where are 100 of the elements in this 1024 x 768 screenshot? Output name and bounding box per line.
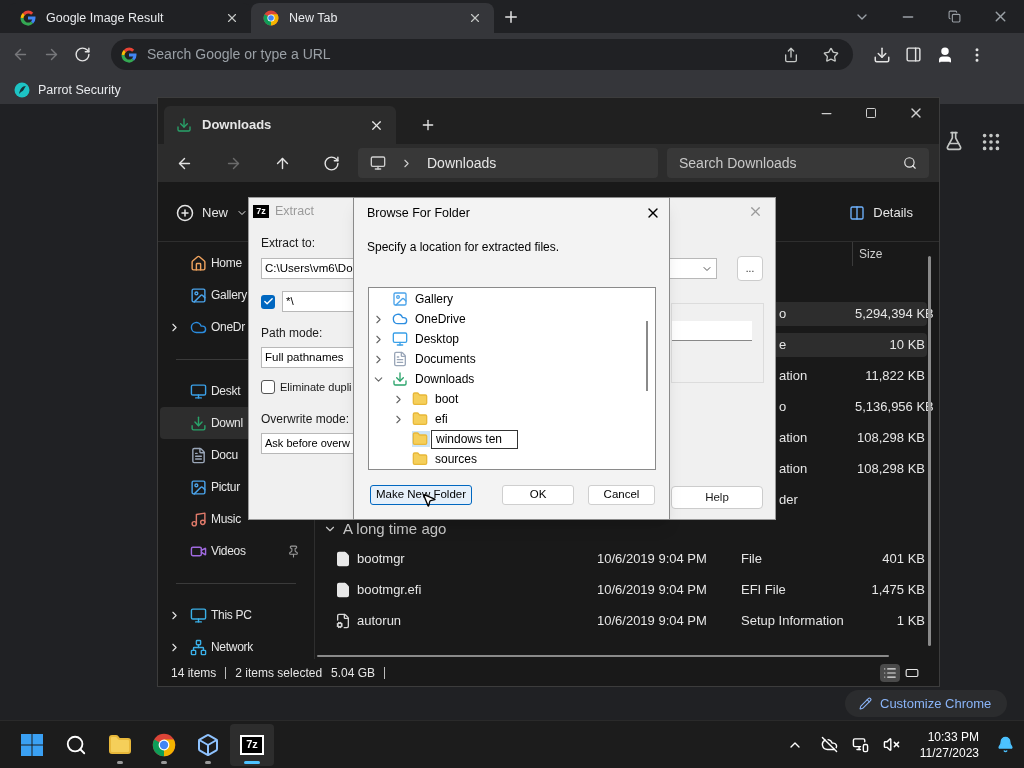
- download-icon: [176, 117, 192, 133]
- group-header[interactable]: A long time ago: [315, 515, 939, 543]
- field-label: Path mode:: [261, 325, 323, 342]
- sidebar-item[interactable]: Pictur: [160, 471, 314, 503]
- download-icon[interactable]: [873, 45, 891, 64]
- document-icon: [190, 446, 207, 464]
- search-icon[interactable]: [65, 733, 87, 756]
- desktop-icon: [392, 331, 408, 347]
- details-view-button[interactable]: [880, 663, 900, 682]
- home-icon: [190, 254, 207, 272]
- new-button[interactable]: New: [176, 202, 248, 223]
- text-field[interactable]: [672, 321, 752, 341]
- group-title: A long time ago: [343, 518, 447, 539]
- computer-icon: [190, 606, 207, 624]
- bird-logo-icon: [14, 82, 30, 98]
- help-button[interactable]: Help: [671, 486, 763, 509]
- folder-icon: [412, 451, 428, 467]
- pencil-icon: [859, 697, 872, 710]
- horizontal-scrollbar[interactable]: [317, 655, 889, 657]
- list-icon: [883, 665, 897, 680]
- close-icon[interactable]: [468, 11, 482, 25]
- folder-icon: [412, 411, 428, 427]
- google-logo-icon: [20, 10, 36, 26]
- folder-tree-item[interactable]: efi: [369, 409, 655, 429]
- field-label: Extract to:: [261, 235, 316, 252]
- new-tab-icon[interactable]: [502, 8, 520, 26]
- description-text: Specify a location for extracted files.: [366, 239, 561, 256]
- folder-tree-item[interactable]: Gallery: [369, 289, 655, 309]
- checkbox[interactable]: [261, 294, 275, 309]
- check-icon: [262, 296, 274, 307]
- gallery-icon: [392, 291, 408, 307]
- refresh-icon[interactable]: [74, 46, 91, 63]
- side-panel-icon[interactable]: [905, 46, 922, 63]
- plus-circle-icon: [176, 203, 194, 222]
- browse-button[interactable]: ...: [737, 256, 763, 281]
- browser-tab[interactable]: New Tab: [251, 3, 494, 33]
- apps-grid-icon[interactable]: [980, 131, 1002, 153]
- download-icon: [190, 414, 207, 432]
- address-bar[interactable]: Search Google or type a URL: [111, 39, 853, 70]
- folder-icon: [412, 431, 428, 447]
- restore-icon[interactable]: [948, 10, 961, 23]
- cloud-icon: [392, 311, 408, 327]
- cube-icon[interactable]: [196, 732, 220, 757]
- refresh-icon[interactable]: [323, 154, 340, 172]
- clock[interactable]: 10:33 PM 11/27/2023: [919, 728, 979, 761]
- sidebar-item[interactable]: Music: [160, 503, 314, 535]
- gallery-icon: [190, 286, 207, 304]
- notification-bell-icon[interactable]: [997, 736, 1014, 753]
- computer-icon: [370, 155, 386, 171]
- customize-button[interactable]: Customize Chrome: [845, 690, 1007, 717]
- search-icon: [903, 156, 917, 170]
- network-icon[interactable]: [851, 736, 869, 753]
- google-logo-icon: [121, 46, 137, 63]
- file-icon: [335, 581, 351, 598]
- file-row[interactable]: bootmgr 10/6/2019 9:04 PM File 401 KB: [317, 546, 927, 571]
- muted-speaker-icon[interactable]: [882, 736, 900, 753]
- scrollbar[interactable]: [646, 321, 648, 391]
- search-input[interactable]: Search Downloads: [679, 152, 903, 174]
- maximize-icon[interactable]: [865, 107, 877, 119]
- address-bar[interactable]: Downloads: [358, 148, 658, 178]
- folder-name-input[interactable]: windows ten: [431, 429, 518, 449]
- dialog-title: Extract: [275, 202, 314, 220]
- search-box[interactable]: Search Downloads: [667, 148, 929, 178]
- desktop-icon: [190, 382, 207, 400]
- chrome-logo-icon: [152, 732, 176, 757]
- flask-icon[interactable]: [944, 131, 964, 151]
- chrome-logo-icon: [263, 10, 279, 26]
- folder-tree-item[interactable]: Desktop: [369, 329, 655, 349]
- archive-logo-icon[interactable]: 7z: [240, 734, 264, 755]
- explorer-tab[interactable]: Downloads: [164, 106, 396, 144]
- new-tab-icon[interactable]: [420, 117, 436, 133]
- bookmark-star-icon[interactable]: [823, 46, 839, 63]
- sidebar-item[interactable]: Videos: [160, 535, 314, 567]
- file-row[interactable]: autorun 10/6/2019 9:04 PM Setup Information 1 KB: [317, 608, 927, 633]
- sidebar-item[interactable]: Network: [160, 631, 314, 663]
- status-text: 5.04 GB: [331, 664, 376, 682]
- dialog-button[interactable]: Cancel: [588, 485, 655, 505]
- checkbox[interactable]: [261, 380, 275, 395]
- status-text: 2 items selected: [235, 664, 323, 682]
- close-icon[interactable]: [225, 11, 239, 25]
- folder-tree[interactable]: Gallery OneDrive Desktop Documents Downloads boot efi windows ten sources: [368, 287, 656, 470]
- network-icon: [190, 638, 207, 656]
- column-header[interactable]: Size: [853, 245, 923, 263]
- folder-tree-item[interactable]: OneDrive: [369, 309, 655, 329]
- profile-icon[interactable]: [936, 45, 954, 64]
- eliminate-checkbox[interactable]: Eliminate dupli: [261, 379, 352, 396]
- share-icon[interactable]: [783, 46, 799, 63]
- folder-tree-item[interactable]: Downloads: [369, 369, 655, 389]
- archive-logo-icon: 7z: [253, 204, 269, 218]
- cloud-off-icon[interactable]: [820, 736, 838, 753]
- sidebar-item[interactable]: This PC: [160, 599, 314, 631]
- dialog-button[interactable]: OK: [502, 485, 574, 505]
- folder-icon[interactable]: [108, 732, 132, 757]
- file-row[interactable]: bootmgr.efi 10/6/2019 9:04 PM EFI File 1,475 KB: [317, 577, 927, 602]
- bookmark-link[interactable]: Parrot Security: [14, 80, 121, 100]
- file-icon: [335, 550, 351, 567]
- windows-logo-icon[interactable]: [20, 732, 44, 757]
- music-icon: [190, 510, 207, 528]
- folder-tree-item[interactable]: boot: [369, 389, 655, 409]
- details-button[interactable]: Details: [849, 202, 913, 223]
